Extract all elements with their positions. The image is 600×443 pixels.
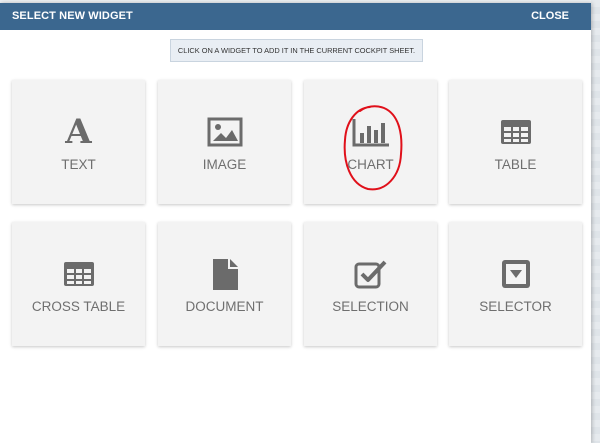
- widget-tile-image[interactable]: IMAGE: [158, 80, 291, 204]
- widget-tile-cross-table[interactable]: CROSS TABLE: [12, 222, 145, 346]
- widget-label: CROSS TABLE: [31, 299, 126, 314]
- widget-tile-selector[interactable]: SELECTOR: [449, 222, 582, 346]
- chart-icon: [351, 112, 391, 152]
- instruction-hint: CLICK ON A WIDGET TO ADD IT IN THE CURRE…: [170, 39, 423, 62]
- widget-tile-text[interactable]: A TEXT: [12, 80, 145, 204]
- table-icon: [496, 112, 536, 152]
- widget-label: IMAGE: [202, 157, 247, 172]
- select-widget-dialog: SELECT NEW WIDGET CLOSE CLICK ON A WIDGE…: [0, 3, 591, 443]
- dialog-toolbar: SELECT NEW WIDGET CLOSE: [0, 3, 591, 30]
- widget-label: SELECTOR: [479, 299, 552, 314]
- widget-label: DOCUMENT: [185, 299, 264, 314]
- widget-tile-table[interactable]: TABLE: [449, 80, 582, 204]
- widget-tile-selection[interactable]: SELECTION: [304, 222, 437, 346]
- dialog-title: SELECT NEW WIDGET: [12, 10, 133, 22]
- selection-icon: [351, 254, 391, 294]
- widget-label: CHART: [347, 157, 394, 172]
- selector-icon: [496, 254, 536, 294]
- image-icon: [205, 112, 245, 152]
- widget-tile-chart[interactable]: CHART: [304, 80, 437, 204]
- widget-label: SELECTION: [332, 299, 409, 314]
- document-icon: [205, 254, 245, 294]
- widget-tile-document[interactable]: DOCUMENT: [158, 222, 291, 346]
- cross-table-icon: [59, 254, 99, 294]
- widget-label: TABLE: [494, 157, 537, 172]
- close-button[interactable]: CLOSE: [531, 10, 569, 22]
- widget-label: TEXT: [61, 157, 96, 172]
- backdrop-edge: [591, 0, 600, 443]
- text-icon: A: [65, 112, 92, 152]
